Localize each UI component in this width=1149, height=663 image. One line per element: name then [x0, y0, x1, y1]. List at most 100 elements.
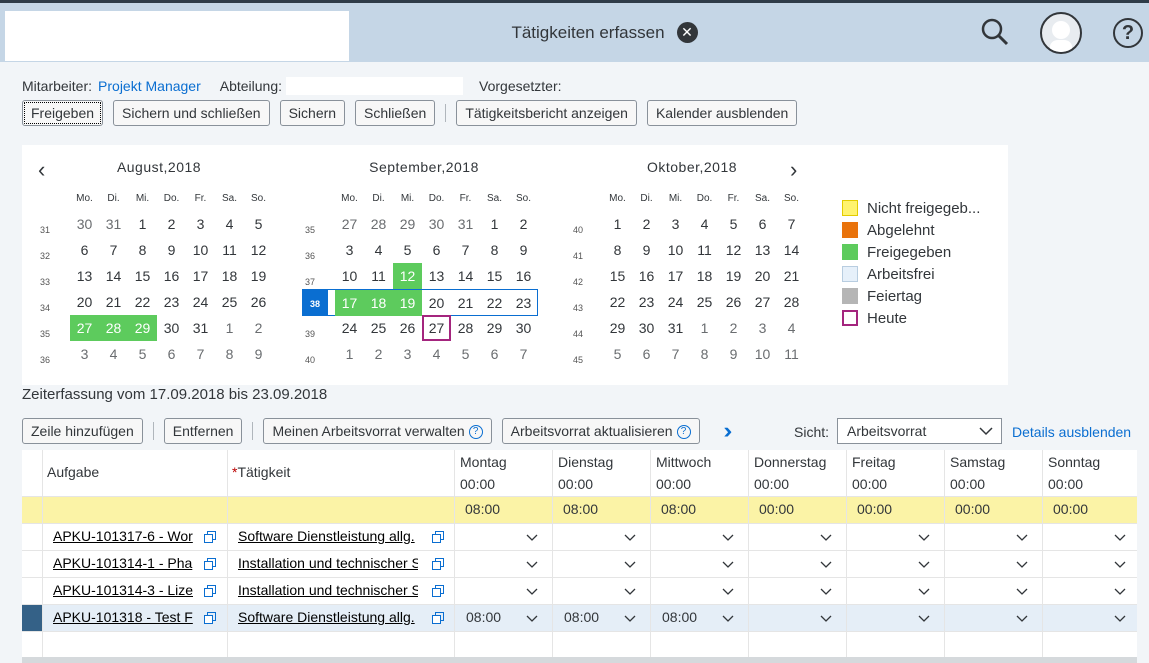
copy-icon[interactable] [204, 612, 216, 624]
copy-icon[interactable] [432, 558, 444, 570]
calendar-day[interactable]: 9 [632, 237, 661, 263]
week-number[interactable]: 45 [568, 355, 588, 365]
calendar-day[interactable]: 25 [690, 289, 719, 315]
calendar-day[interactable]: 22 [480, 290, 509, 316]
calendar-day[interactable]: 8 [215, 341, 244, 367]
calendar-day[interactable]: 10 [748, 341, 777, 367]
calendar-day[interactable]: 30 [422, 211, 451, 237]
week-number[interactable]: 33 [35, 277, 55, 287]
calendar-day[interactable]: 29 [480, 315, 509, 341]
calendar-day[interactable]: 17 [186, 263, 215, 289]
chevron-down-icon[interactable] [722, 534, 734, 542]
release-button[interactable]: Freigeben [22, 100, 104, 126]
week-number[interactable]: 35 [300, 225, 320, 235]
week-number[interactable]: 36 [300, 251, 320, 261]
activity-link[interactable]: Software Dienstleistung allg. [238, 609, 418, 625]
week-number-selected[interactable]: 38 [302, 289, 328, 315]
calendar-day[interactable]: 6 [480, 341, 509, 367]
calendar-day[interactable]: 9 [509, 237, 538, 263]
calendar-day[interactable]: 2 [632, 211, 661, 237]
calendar-day[interactable]: 25 [215, 289, 244, 315]
calendar-day[interactable]: 21 [451, 290, 480, 316]
calendar-day[interactable]: 2 [509, 211, 538, 237]
copy-icon[interactable] [204, 585, 216, 597]
calendar-day[interactable]: 22 [603, 289, 632, 315]
week-number[interactable]: 40 [568, 225, 588, 235]
view-select[interactable]: Arbeitsvorrat [837, 418, 1002, 444]
calendar-day[interactable]: 7 [509, 341, 538, 367]
calendar-day[interactable]: 7 [451, 237, 480, 263]
calendar-day[interactable]: 15 [603, 263, 632, 289]
week-number[interactable]: 39 [300, 329, 320, 339]
calendar-day[interactable]: 14 [777, 237, 806, 263]
employee-value[interactable]: Projekt Manager [98, 78, 201, 94]
calendar-day[interactable]: 22 [128, 289, 157, 315]
calendar-day[interactable]: 16 [632, 263, 661, 289]
calendar-day[interactable]: 11 [777, 341, 806, 367]
calendar-day[interactable]: 31 [186, 315, 215, 341]
horizontal-scrollbar[interactable] [22, 657, 1137, 663]
calendar-day[interactable]: 28 [364, 211, 393, 237]
hide-calendar-button[interactable]: Kalender ausblenden [646, 100, 798, 126]
save-button[interactable]: Sichern [279, 100, 346, 126]
calendar-day[interactable]: 10 [335, 263, 364, 289]
calendar-day[interactable]: 13 [70, 263, 99, 289]
time-input[interactable]: 08:00 [564, 609, 599, 625]
save-close-button[interactable]: Sichern und schließen [113, 100, 270, 126]
refresh-worklist-button[interactable]: Arbeitsvorrat aktualisieren? [501, 418, 700, 444]
calendar-day[interactable]: 1 [215, 315, 244, 341]
calendar-day[interactable]: 6 [422, 237, 451, 263]
calendar-day[interactable]: 21 [99, 289, 128, 315]
copy-icon[interactable] [432, 612, 444, 624]
avatar[interactable] [1040, 12, 1082, 54]
chevron-down-icon[interactable] [1016, 561, 1028, 569]
calendar-day[interactable]: 18 [690, 263, 719, 289]
remove-button[interactable]: Entfernen [163, 418, 243, 444]
calendar-day[interactable]: 1 [480, 211, 509, 237]
calendar-day[interactable]: 5 [451, 341, 480, 367]
calendar-day[interactable]: 30 [157, 315, 186, 341]
week-number[interactable]: 32 [35, 251, 55, 261]
calendar-day[interactable]: 4 [99, 341, 128, 367]
calendar-day[interactable]: 31 [99, 211, 128, 237]
chevron-down-icon[interactable] [526, 534, 538, 542]
week-number[interactable]: 40 [300, 355, 320, 365]
calendar-day[interactable]: 4 [215, 211, 244, 237]
week-number[interactable]: 42 [568, 277, 588, 287]
chevron-down-icon[interactable] [722, 561, 734, 569]
chevron-down-icon[interactable] [1114, 534, 1126, 542]
calendar-day[interactable]: 6 [157, 341, 186, 367]
calendar-day[interactable]: 10 [661, 237, 690, 263]
calendar-day[interactable]: 1 [335, 341, 364, 367]
calendar-day[interactable]: 4 [690, 211, 719, 237]
calendar-day[interactable]: 6 [748, 211, 777, 237]
chevron-down-icon[interactable] [820, 615, 832, 623]
week-number[interactable]: 34 [35, 303, 55, 313]
calendar-day[interactable]: 3 [70, 341, 99, 367]
calendar-day[interactable]: 27 [748, 289, 777, 315]
help-icon[interactable]: ? [1113, 18, 1143, 48]
chevron-down-icon[interactable] [624, 561, 636, 569]
hide-details-link[interactable]: Details ausblenden [1012, 424, 1131, 440]
chevron-down-icon[interactable] [722, 588, 734, 596]
calendar-day[interactable]: 9 [719, 341, 748, 367]
chevron-down-icon[interactable] [820, 534, 832, 542]
calendar-day[interactable]: 29 [128, 315, 157, 341]
calendar-day[interactable]: 19 [393, 290, 422, 316]
calendar-day[interactable]: 26 [719, 289, 748, 315]
week-number[interactable]: 35 [35, 329, 55, 339]
calendar-day[interactable]: 3 [393, 341, 422, 367]
calendar-day[interactable]: 4 [777, 315, 806, 341]
calendar-day[interactable]: 23 [157, 289, 186, 315]
calendar-day[interactable]: 7 [777, 211, 806, 237]
calendar-day[interactable]: 3 [186, 211, 215, 237]
calendar-day[interactable]: 1 [128, 211, 157, 237]
calendar-day[interactable]: 7 [661, 341, 690, 367]
chevron-down-icon[interactable] [1016, 615, 1028, 623]
calendar-day[interactable]: 19 [244, 263, 273, 289]
activity-report-button[interactable]: Tätigkeitsbericht anzeigen [456, 100, 637, 126]
chevron-down-icon[interactable] [820, 588, 832, 596]
week-number[interactable]: 31 [35, 225, 55, 235]
calendar-day[interactable]: 8 [603, 237, 632, 263]
calendar-day[interactable]: 20 [748, 263, 777, 289]
